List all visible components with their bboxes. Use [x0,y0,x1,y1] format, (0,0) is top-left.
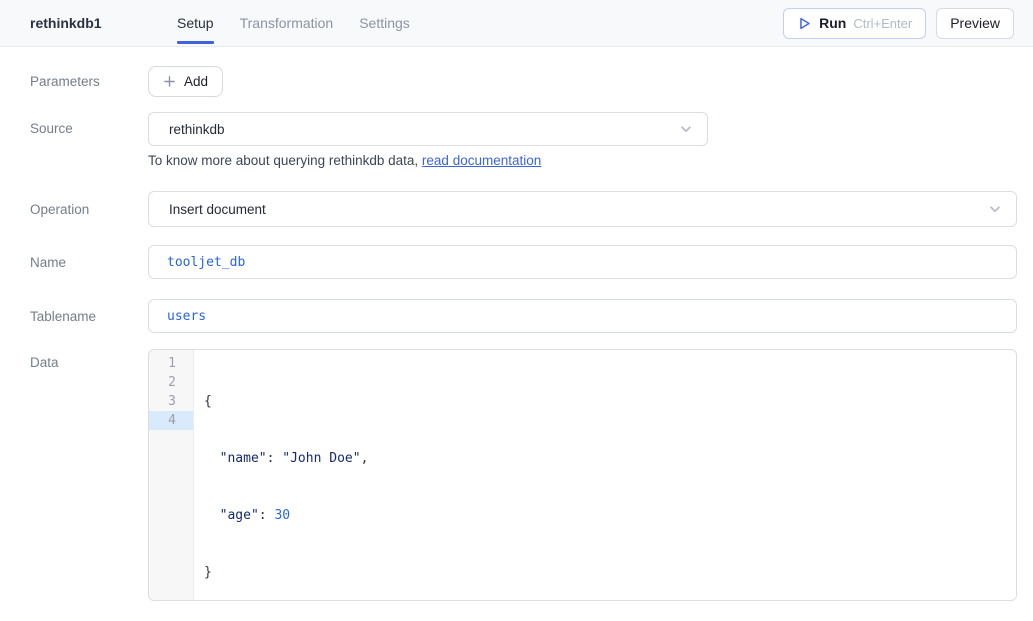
line-number-active: 4 [149,411,193,430]
chevron-down-icon [988,202,1002,216]
plus-icon [163,75,176,88]
code-token: 30 [274,508,290,523]
add-parameter-button[interactable]: Add [148,66,223,97]
add-parameter-label: Add [184,74,208,89]
data-code-editor[interactable]: 1 2 3 4 { "name": "John Doe", "age": 30 … [148,349,1017,601]
setup-panel: Parameters Add Source rethinkdb To know … [0,66,1033,601]
tablename-label: Tablename [30,309,148,324]
tablename-row: Tablename [30,299,1017,333]
parameters-label: Parameters [30,74,148,89]
code-token [204,451,220,466]
run-button-label: Run [819,15,846,31]
operation-select-value: Insert document [169,202,266,217]
code-token: "age" [220,508,259,523]
tab-settings[interactable]: Settings [359,0,410,46]
run-shortcut: Ctrl+Enter [853,16,912,31]
code-token: "name" [220,451,267,466]
operation-select[interactable]: Insert document [148,191,1017,227]
name-label: Name [30,255,148,270]
line-number: 3 [149,392,193,411]
code-token: , [361,451,369,466]
query-editor-header: rethinkdb1 Setup Transformation Settings… [0,0,1033,47]
tab-setup[interactable]: Setup [177,0,214,46]
code-token: : [259,508,275,523]
chevron-down-icon [679,122,693,136]
data-label: Data [30,349,148,370]
source-select-value: rethinkdb [169,122,225,137]
code-token: { [204,394,212,409]
editor-gutter: 1 2 3 4 [149,350,194,600]
code-token: "John Doe" [282,451,360,466]
run-button[interactable]: Run Ctrl+Enter [783,8,926,39]
code-line: { [204,392,1016,411]
read-documentation-link[interactable]: read documentation [422,153,541,168]
name-input[interactable] [148,245,1017,279]
code-line: "name": "John Doe", [204,449,1016,468]
tab-transformation[interactable]: Transformation [240,0,334,46]
operation-row: Operation Insert document [30,191,1017,227]
source-helper-text: To know more about querying rethinkdb da… [148,153,1017,169]
play-icon [797,16,812,31]
preview-button-label: Preview [950,15,1000,31]
code-token: } [204,565,212,580]
code-line: "age": 30 [204,506,1016,525]
parameters-row: Parameters Add [30,66,1017,97]
tablename-input[interactable] [148,299,1017,333]
line-number: 1 [149,354,193,373]
source-helper-prefix: To know more about querying rethinkdb da… [148,153,422,168]
code-token [204,508,220,523]
source-select[interactable]: rethinkdb [148,112,708,146]
line-number: 2 [149,373,193,392]
code-area[interactable]: { "name": "John Doe", "age": 30 } [194,350,1016,600]
query-title: rethinkdb1 [0,0,177,46]
code-token: : [267,451,283,466]
header-actions: Run Ctrl+Enter Preview [410,0,1033,46]
preview-button[interactable]: Preview [936,8,1014,39]
source-row: Source rethinkdb To know more about quer… [30,112,1017,169]
code-line: } [204,563,1016,582]
data-row: Data 1 2 3 4 { "name": "John Doe", "age"… [30,349,1017,601]
operation-label: Operation [30,202,148,217]
name-row: Name [30,245,1017,279]
tab-bar: Setup Transformation Settings [177,0,410,46]
source-label: Source [30,112,148,136]
